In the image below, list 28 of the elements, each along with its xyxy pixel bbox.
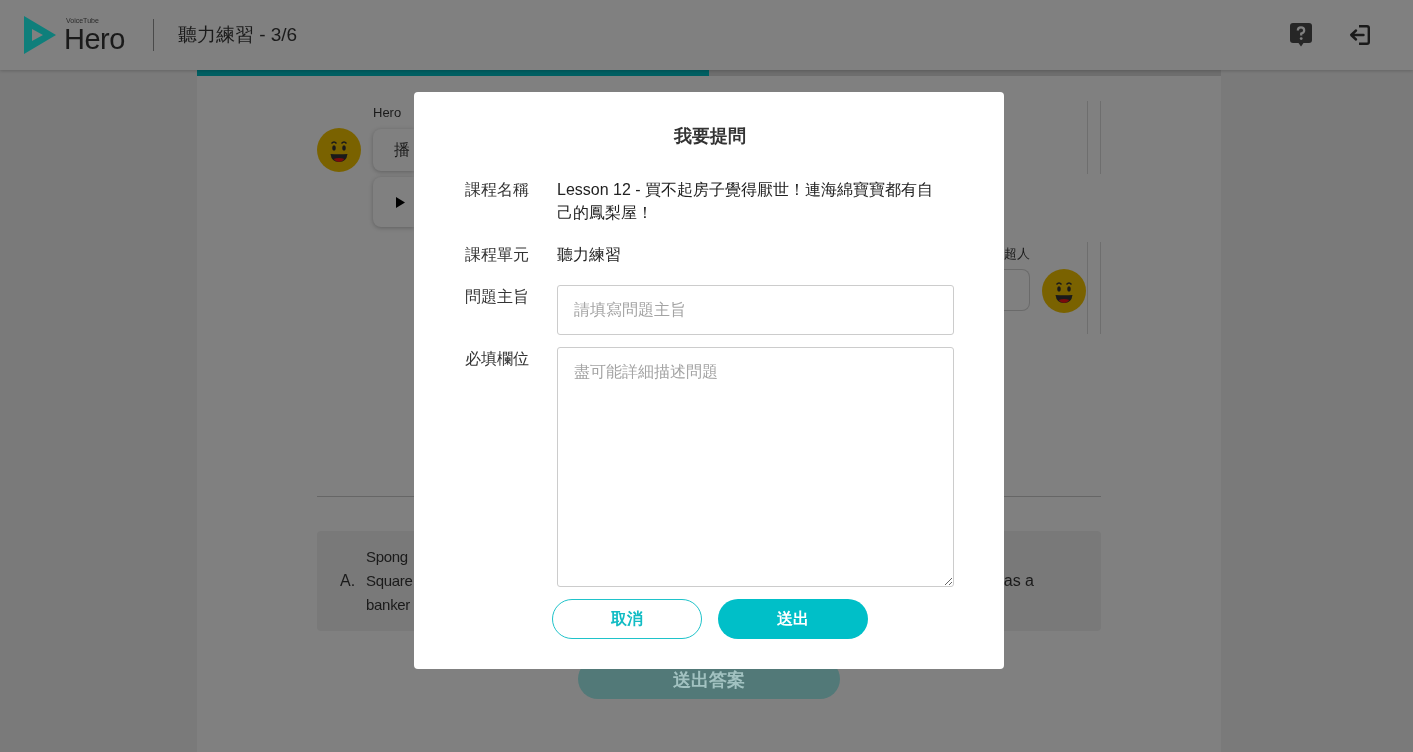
dialog-title: 我要提問 xyxy=(672,125,747,148)
field-label: 問題主旨 xyxy=(465,287,530,307)
cancel-button[interactable]: 取消 xyxy=(551,599,702,639)
smiley-avatar-icon xyxy=(1042,269,1086,313)
field-label: 課程名稱 xyxy=(465,180,530,200)
field-label: 必填欄位 xyxy=(465,349,530,369)
field-value: Lesson 12 - 買不起房子覺得厭世！連海綿寶寶都有自己的鳳梨屋！ xyxy=(557,180,935,223)
option-text: as a xyxy=(1003,571,1034,591)
exit-icon[interactable] xyxy=(1349,25,1370,45)
help-icon[interactable] xyxy=(1290,23,1312,47)
send-button[interactable]: 送出 xyxy=(717,599,868,639)
brand-name: Hero xyxy=(64,25,125,53)
smiley-avatar-icon xyxy=(317,128,361,172)
message-bubble: 播 xyxy=(373,129,414,171)
option-letter: A. xyxy=(340,571,357,591)
sender-name: Hero xyxy=(373,105,402,121)
page-title: 聽力練習 - 3/6 xyxy=(177,22,298,47)
sender-name: 超人 xyxy=(1004,246,1030,262)
option-text: Square xyxy=(366,571,413,591)
play-button[interactable] xyxy=(373,177,414,227)
text-area[interactable]: 盡可能詳細描述問題 xyxy=(557,347,954,587)
input-field[interactable]: 請填寫問題主旨 xyxy=(557,285,954,335)
play-logo-icon xyxy=(24,16,56,54)
field-label: 課程單元 xyxy=(465,245,530,265)
play-icon xyxy=(396,196,405,208)
field-value: 聽力練習 xyxy=(557,245,622,265)
option-text: Spong xyxy=(366,547,409,567)
option-text: banker xyxy=(366,595,412,615)
